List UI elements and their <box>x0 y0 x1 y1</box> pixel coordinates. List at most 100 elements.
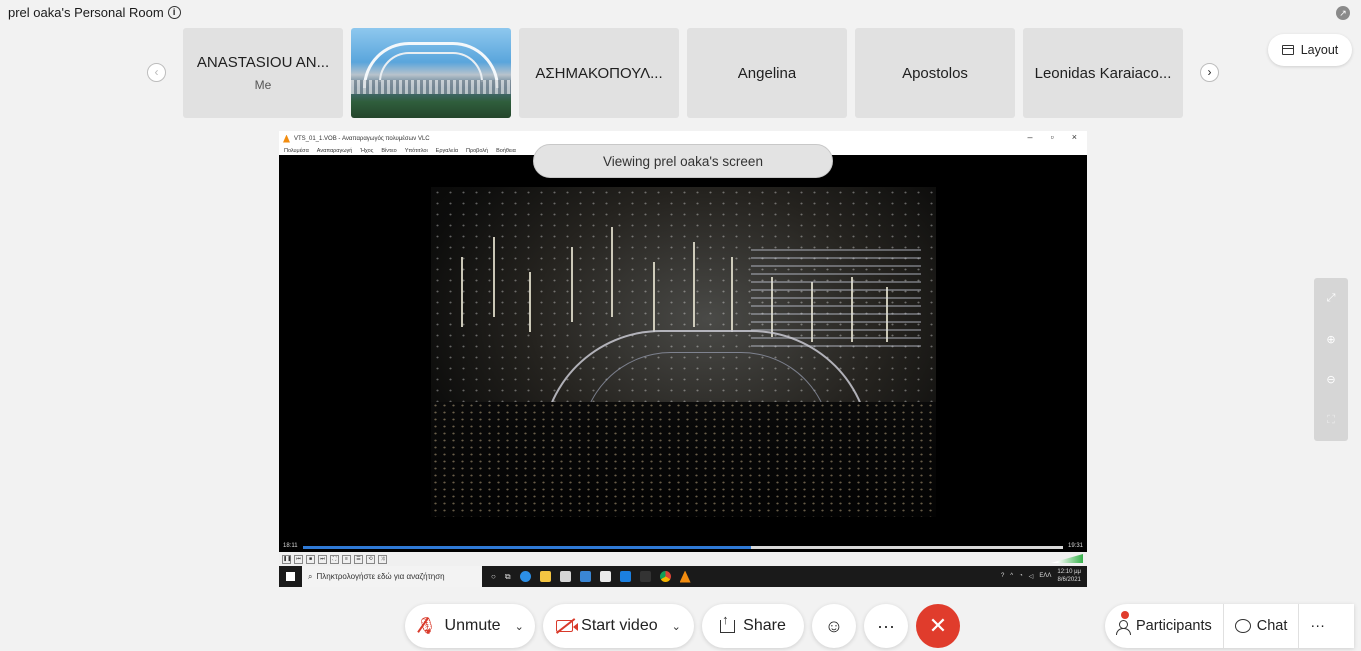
notification-dot <box>1121 611 1129 619</box>
start-video-button[interactable]: Start video ⌄ <box>543 604 694 648</box>
edge-icon <box>519 571 531 582</box>
participant-me-label: Me <box>254 78 272 92</box>
window-controls: – ▫ × <box>1028 132 1077 142</box>
room-title-text: prel oaka's Personal Room <box>8 5 164 20</box>
reactions-button[interactable]: ☺ <box>812 604 856 648</box>
firework-streak <box>653 262 655 332</box>
windows-taskbar: ⌕ Πληκτρολογήστε εδώ για αναζήτηση ○ ⧉ ?… <box>279 566 1087 587</box>
cortana-icon: ○ <box>491 572 496 581</box>
stadium-arch-inner-graphic <box>379 52 483 82</box>
mic-muted-icon: 🎙 <box>416 618 437 635</box>
vlc-menu-item: Πολυμέσα <box>284 147 309 154</box>
chevron-down-icon[interactable]: ⌄ <box>515 620 524 633</box>
tray-clock: 12:10 μμ 8/6/2021 <box>1057 568 1081 584</box>
layout-button-label: Layout <box>1300 43 1339 57</box>
participant-tile[interactable]: ΑΣΗΜΑΚΟΠΟΥΛ... <box>519 28 679 118</box>
participants-label: Participants <box>1136 618 1212 634</box>
shared-screen[interactable]: VTS_01_1.VOB - Αναπαραγωγός πολυμέσων VL… <box>279 131 1087 587</box>
taskbar-search: ⌕ Πληκτρολογήστε εδώ για αναζήτηση <box>302 566 482 587</box>
chat-label: Chat <box>1256 618 1288 634</box>
participant-tile-video[interactable] <box>351 28 511 118</box>
tray-help-icon: ? <box>1000 573 1005 579</box>
participants-icon <box>1116 619 1131 635</box>
vlc-controls: ❚❚ ⏮ ■ ⏭ ⛶ ≡ ☰ ⟲ ⤨ <box>279 552 1087 566</box>
vlc-menu-item: Ήχος <box>360 147 374 154</box>
more-icon: ··· <box>877 615 895 636</box>
participant-name: Apostolos <box>902 64 968 82</box>
participant-tile-self[interactable]: ANASTASIOU AN... Me <box>183 28 343 118</box>
stadium-stands-graphic <box>351 80 511 94</box>
expand-icon[interactable]: ⤢ <box>1322 292 1340 305</box>
close-icon: × <box>1071 132 1077 142</box>
zoom-out-icon[interactable]: ⊖ <box>1322 373 1340 386</box>
system-tray: ? ^ ◔ ◁ ΕΛΛ 12:10 μμ 8/6/2021 <box>1001 568 1081 584</box>
fullscreen-icon: ⛶ <box>330 554 339 564</box>
camera-off-icon <box>556 620 579 632</box>
vlc-volume-icon <box>1051 554 1083 563</box>
end-meeting-button[interactable]: ✕ <box>916 604 960 648</box>
unmute-button[interactable]: 🎙 Unmute ⌄ <box>405 604 535 648</box>
strip-next-arrow-icon[interactable]: › <box>1200 63 1219 82</box>
vlc-seekbar-fill <box>303 546 752 549</box>
chat-icon <box>1234 619 1251 633</box>
firework-streak <box>571 247 573 322</box>
chat-button[interactable]: Chat <box>1224 604 1300 648</box>
vlc-window-title: VTS_01_1.VOB - Αναπαραγωγός πολυμέσων VL… <box>294 135 430 142</box>
loop-icon: ⟲ <box>366 554 375 564</box>
video-frame-fireworks <box>431 187 936 517</box>
strip-prev-arrow-icon[interactable]: ‹ <box>147 63 166 82</box>
firework-streak <box>693 242 695 327</box>
playlist-icon: ☰ <box>354 554 363 564</box>
room-title: prel oaka's Personal Room i <box>8 5 181 20</box>
dropbox-icon <box>619 571 631 582</box>
layout-button[interactable]: Layout <box>1268 34 1352 66</box>
vlc-menu-item: Αναπαραγωγή <box>316 147 353 154</box>
vlc-menu-item: Εργαλεία <box>435 147 459 154</box>
zoom-controls: ⤢ ⊕ ⊖ ⛶ <box>1314 278 1348 441</box>
file-explorer-icon <box>539 571 551 582</box>
windows-start-icon <box>279 566 302 587</box>
pin-icon[interactable]: ↗ <box>1336 6 1350 20</box>
participant-tile[interactable]: Leonidas Karaiaco... <box>1023 28 1183 118</box>
next-icon: ⏭ <box>318 554 327 564</box>
start-video-label: Start video <box>581 617 658 634</box>
participant-tile[interactable]: Apostolos <box>855 28 1015 118</box>
chevron-down-icon[interactable]: ⌄ <box>672 620 681 633</box>
vlc-menu-item: Βίντεο <box>381 147 397 154</box>
taskbar-search-placeholder: Πληκτρολογήστε εδώ για αναζήτηση <box>316 572 445 581</box>
share-label: Share <box>743 617 786 634</box>
overflow-menu-button[interactable]: ··· <box>1299 604 1336 648</box>
participants-button[interactable]: Participants <box>1105 604 1224 648</box>
viewing-banner: Viewing prel oaka's screen <box>533 144 833 178</box>
overflow-icon: ··· <box>1310 618 1325 634</box>
tray-time: 12:10 μμ <box>1057 569 1081 575</box>
settings-icon: ≡ <box>342 554 351 564</box>
vlc-taskbar-icon <box>679 570 691 583</box>
previous-icon: ⏮ <box>294 554 303 564</box>
tray-wifi-icon: ◔ <box>1019 573 1023 579</box>
tray-language: ΕΛΛ <box>1039 573 1052 579</box>
share-button[interactable]: Share <box>702 604 804 648</box>
firework-streak <box>461 257 463 327</box>
tray-volume-icon: ◁ <box>1028 573 1034 580</box>
vlc-elapsed-time: 18:11 <box>283 543 298 549</box>
stop-icon: ■ <box>306 554 315 564</box>
shuffle-icon: ⤨ <box>378 554 387 564</box>
zoom-in-icon[interactable]: ⊕ <box>1322 333 1340 346</box>
city-lights <box>431 402 936 517</box>
vlc-menu-item: Βοήθεια <box>496 147 516 154</box>
vlc-seekbar <box>303 546 1063 549</box>
vlc-menu-item: Υπότιτλοι <box>404 147 428 154</box>
fit-screen-icon[interactable]: ⛶ <box>1322 414 1340 427</box>
taskbar-icons: ○ ⧉ <box>482 570 691 583</box>
smiley-icon: ☺ <box>824 615 844 636</box>
task-view-icon: ⧉ <box>504 571 511 581</box>
participant-tile[interactable]: Angelina <box>687 28 847 118</box>
firework-streak <box>611 227 613 317</box>
right-controls: Participants Chat ··· <box>1105 604 1354 648</box>
participant-name: Leonidas Karaiaco... <box>1034 64 1172 82</box>
app-icon <box>639 571 651 582</box>
more-options-button[interactable]: ··· <box>864 604 908 648</box>
info-icon[interactable]: i <box>167 6 181 19</box>
share-icon <box>720 612 736 633</box>
